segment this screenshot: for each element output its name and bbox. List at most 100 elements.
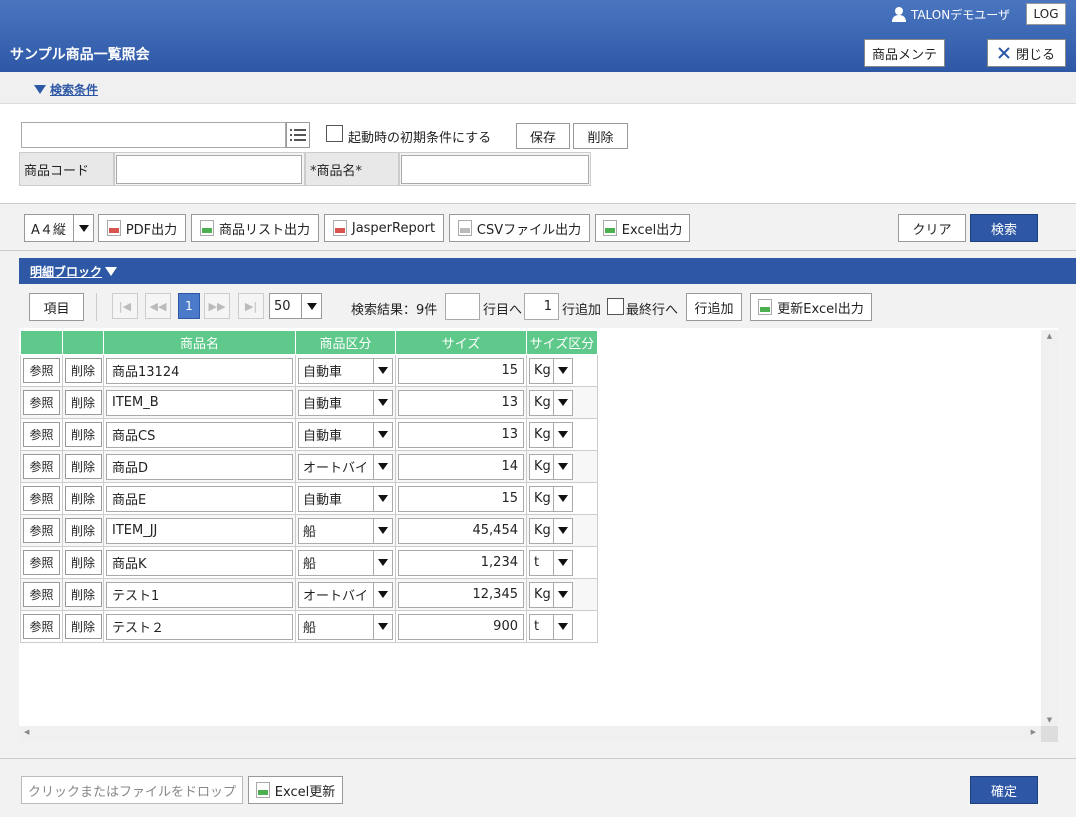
size-field[interactable]: 13	[398, 389, 524, 416]
product-name-field[interactable]: 商品D	[106, 453, 293, 480]
csv-export-button[interactable]: CSVファイル出力	[449, 214, 590, 242]
ref-button[interactable]: 参照	[23, 454, 60, 479]
delete-condition-button[interactable]: 削除	[573, 123, 628, 149]
size-unit-select[interactable]: Kg	[529, 357, 573, 384]
delete-row-button[interactable]: 削除	[64, 422, 102, 447]
vertical-scrollbar[interactable]: ▲ ▼	[1041, 330, 1058, 726]
ref-button[interactable]: 参照	[23, 518, 60, 543]
product-name-field[interactable]: ITEM_B	[106, 389, 293, 416]
category-select[interactable]: 船	[298, 613, 393, 640]
col-header-name[interactable]: 商品名	[103, 330, 296, 355]
size-unit-select[interactable]: Kg	[529, 517, 573, 544]
delete-row-button[interactable]: 削除	[64, 454, 102, 479]
category-select[interactable]: オートバイ	[298, 453, 393, 480]
product-code-input[interactable]	[116, 155, 302, 184]
category-select[interactable]: 自動車	[298, 485, 393, 512]
col-header-category[interactable]: 商品区分	[295, 330, 396, 355]
paper-size-select[interactable]: A４縦	[24, 214, 94, 242]
product-name-field[interactable]: 商品E	[106, 485, 293, 512]
delete-row-button[interactable]: 削除	[64, 614, 102, 639]
size-field[interactable]: 13	[398, 421, 524, 448]
confirm-button[interactable]: 確定	[970, 776, 1038, 804]
saved-condition-input[interactable]	[21, 122, 286, 148]
delete-row-button[interactable]: 削除	[64, 358, 102, 383]
product-name-field[interactable]: テスト1	[106, 581, 293, 608]
ref-button[interactable]: 参照	[23, 390, 60, 415]
excel-export-button[interactable]: Excel出力	[595, 214, 690, 242]
log-button[interactable]: LOG	[1026, 3, 1066, 25]
product-list-export-button[interactable]: 商品リスト出力	[191, 214, 319, 242]
last-row-checkbox[interactable]	[607, 298, 624, 315]
product-name-input[interactable]	[401, 155, 589, 184]
size-field[interactable]: 45,454	[398, 517, 524, 544]
product-name-field[interactable]: 商品K	[106, 549, 293, 576]
delete-row-button[interactable]: 削除	[64, 518, 102, 543]
prev-page-icon[interactable]: ◀◀	[145, 293, 171, 319]
detail-block-toggle[interactable]: 明細ブロック	[30, 263, 118, 280]
ref-button[interactable]: 参照	[23, 422, 60, 447]
delete-row-button[interactable]: 削除	[64, 550, 102, 575]
pdf-export-button[interactable]: PDF出力	[98, 214, 186, 242]
search-conditions-toggle[interactable]: 検索条件	[34, 81, 98, 98]
page-size-select[interactable]: 50	[269, 293, 322, 319]
delete-row-button[interactable]: 削除	[64, 486, 102, 511]
product-name-field[interactable]: 商品CS	[106, 421, 293, 448]
last-page-icon[interactable]: ▶|	[238, 293, 264, 319]
add-row-button[interactable]: 行追加	[686, 293, 742, 321]
ref-button[interactable]: 参照	[23, 614, 60, 639]
size-field[interactable]: 1,234	[398, 549, 524, 576]
scroll-up-icon[interactable]: ▲	[1041, 330, 1058, 342]
update-excel-export-button[interactable]: 更新Excel出力	[750, 293, 872, 321]
next-page-icon[interactable]: ▶▶	[204, 293, 230, 319]
startup-condition-checkbox[interactable]	[326, 125, 343, 142]
current-page-button[interactable]: 1	[178, 293, 200, 319]
close-button[interactable]: 閉じる	[987, 39, 1066, 67]
size-field[interactable]: 15	[398, 485, 524, 512]
row-jump-input[interactable]	[445, 293, 480, 320]
save-condition-button[interactable]: 保存	[516, 123, 570, 149]
file-drop-zone[interactable]: クリックまたはファイルをドロップ	[21, 776, 243, 804]
search-button[interactable]: 検索	[970, 214, 1038, 242]
delete-row-button[interactable]: 削除	[64, 582, 102, 607]
clear-button[interactable]: クリア	[898, 214, 966, 242]
category-select[interactable]: 自動車	[298, 421, 393, 448]
page-size-value: 50	[274, 298, 291, 314]
scroll-down-icon[interactable]: ▼	[1041, 716, 1058, 724]
scroll-left-icon[interactable]: ◀	[24, 728, 29, 736]
size-unit-select[interactable]: t	[529, 549, 573, 576]
size-field[interactable]: 15	[398, 357, 524, 384]
horizontal-scrollbar[interactable]: ◀ ▶	[19, 726, 1041, 742]
scroll-right-icon[interactable]: ▶	[1031, 728, 1036, 736]
size-field[interactable]: 900	[398, 613, 524, 640]
ref-button[interactable]: 参照	[23, 358, 60, 383]
size-unit-select[interactable]: Kg	[529, 421, 573, 448]
product-name-field[interactable]: ITEM_JJ	[106, 517, 293, 544]
row-add-count-input[interactable]: 1	[524, 293, 559, 320]
product-name-field[interactable]: 商品13124	[106, 357, 293, 384]
condition-list-button[interactable]	[286, 122, 310, 148]
columns-button[interactable]: 項目	[29, 293, 84, 321]
size-unit-select[interactable]: Kg	[529, 485, 573, 512]
size-unit-select[interactable]: Kg	[529, 581, 573, 608]
category-select[interactable]: 自動車	[298, 389, 393, 416]
product-name-field[interactable]: テスト２	[106, 613, 293, 640]
col-header-size-unit[interactable]: サイズ区分	[526, 330, 598, 355]
size-unit-select[interactable]: Kg	[529, 389, 573, 416]
first-page-icon[interactable]: |◀	[112, 293, 138, 319]
category-select[interactable]: 自動車	[298, 357, 393, 384]
ref-button[interactable]: 参照	[23, 486, 60, 511]
size-unit-select[interactable]: Kg	[529, 453, 573, 480]
category-select[interactable]: 船	[298, 517, 393, 544]
jasper-report-button[interactable]: JasperReport	[324, 214, 444, 242]
size-field[interactable]: 12,345	[398, 581, 524, 608]
delete-row-button[interactable]: 削除	[64, 390, 102, 415]
col-header-size[interactable]: サイズ	[395, 330, 527, 355]
product-maint-button[interactable]: 商品メンテ	[864, 39, 945, 67]
ref-button[interactable]: 参照	[23, 550, 60, 575]
size-field[interactable]: 14	[398, 453, 524, 480]
size-unit-select[interactable]: t	[529, 613, 573, 640]
category-select[interactable]: 船	[298, 549, 393, 576]
category-select[interactable]: オートバイ	[298, 581, 393, 608]
excel-update-button[interactable]: Excel更新	[248, 776, 343, 804]
ref-button[interactable]: 参照	[23, 582, 60, 607]
